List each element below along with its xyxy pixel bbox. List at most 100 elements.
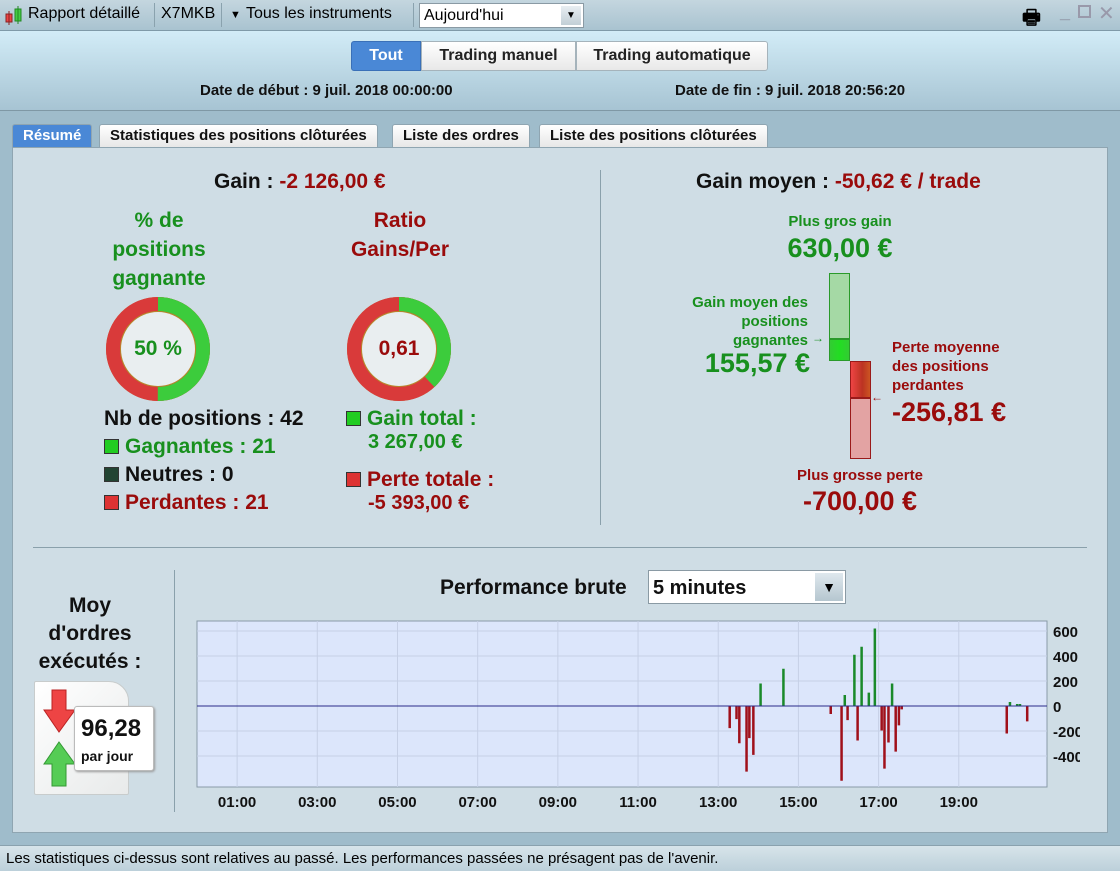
interval-select[interactable]: 5 minutes ▼ xyxy=(648,570,846,604)
performance-bar xyxy=(1025,706,1029,722)
positions-count: Nb de positions : 42 xyxy=(104,407,304,430)
dark-square-icon xyxy=(104,467,119,482)
x-tick-label: 03:00 xyxy=(298,794,336,811)
performance-chart: 600 400 200 0 -200 -400 01:00 03:00 05:00 07:00 09… xyxy=(196,620,1080,811)
performance-bar xyxy=(759,683,762,706)
performance-bar xyxy=(1005,706,1009,734)
performance-bar xyxy=(1008,702,1012,706)
y-tick-label: 200 xyxy=(1053,674,1078,691)
arrow-left-icon: ← xyxy=(871,390,883,404)
worst-loss-bar xyxy=(850,398,871,459)
tab-orders[interactable]: Liste des ordres xyxy=(392,124,530,148)
x-tick-label: 01:00 xyxy=(218,794,256,811)
start-date: Date de début : 9 juil. 2018 00:00:00 xyxy=(200,82,453,99)
winners-count: Gagnantes : 21 xyxy=(104,435,276,459)
performance-bar xyxy=(897,706,901,726)
close-icon[interactable]: ✕ xyxy=(1098,1,1115,26)
tab-summary[interactable]: Résumé xyxy=(12,124,93,148)
performance-bar xyxy=(880,706,883,731)
filter-manual-button[interactable]: Trading manuel xyxy=(421,41,576,71)
period-select[interactable]: Aujourd'hui ▼ xyxy=(419,3,584,28)
green-square-icon xyxy=(346,411,361,426)
tab-closed-stats[interactable]: Statistiques des positions clôturées xyxy=(99,124,378,148)
worst-loss-value: -700,00 € xyxy=(802,486,918,516)
x-tick-label: 13:00 xyxy=(699,794,737,811)
x-tick-label: 07:00 xyxy=(458,794,496,811)
filter-all-button[interactable]: Tout xyxy=(351,41,421,71)
plot-area xyxy=(196,620,1048,788)
best-gain-value: 630,00 € xyxy=(787,233,893,263)
performance-bar xyxy=(728,706,731,729)
performance-bar xyxy=(738,706,741,744)
avg-gain-heading: Gain moyen : -50,62 € / trade xyxy=(696,170,981,193)
performance-bar xyxy=(900,706,903,710)
avg-win-value: 155,57 € xyxy=(704,348,810,378)
buy-sell-arrows-icon xyxy=(43,689,76,787)
orders-value: 96,28 xyxy=(81,715,142,742)
tab-closed-positions[interactable]: Liste des positions clôturées xyxy=(539,124,768,148)
avg-loss-label: Perte moyenne des positions perdantes xyxy=(892,339,1000,394)
x-tick-label: 15:00 xyxy=(779,794,817,811)
performance-bar xyxy=(867,692,871,706)
performance-bar xyxy=(887,706,890,743)
x-tick-label: 11:00 xyxy=(619,794,657,811)
perf-title: Performance brute xyxy=(440,576,627,599)
performance-bar xyxy=(840,706,843,781)
minimize-icon[interactable]: _ xyxy=(1060,2,1070,23)
arrow-right-icon: → xyxy=(812,331,824,345)
y-tick-label: -400 xyxy=(1053,749,1080,766)
y-tick-label: -200 xyxy=(1053,724,1080,741)
y-tick-label: 0 xyxy=(1053,699,1061,716)
performance-bar xyxy=(853,654,856,706)
filter-auto-button[interactable]: Trading automatique xyxy=(576,41,768,71)
avg-loss-bar xyxy=(850,361,871,398)
ratio-value: 0,61 xyxy=(378,337,420,360)
period-value: Aujourd'hui xyxy=(424,7,504,24)
chevron-down-icon[interactable]: ▼ xyxy=(561,6,581,25)
performance-bar xyxy=(843,695,847,706)
gain-label: Gain : xyxy=(214,170,280,193)
y-tick-label: 600 xyxy=(1053,624,1078,641)
account-selector[interactable]: X7MKB xyxy=(161,5,215,23)
winrate-value: 50 % xyxy=(134,337,182,360)
avg-win-label: Gain moyen des positions gagnantes xyxy=(692,294,808,349)
performance-bar xyxy=(745,706,748,772)
performance-bar xyxy=(873,628,877,706)
instruments-dropdown[interactable]: Tous les instruments xyxy=(246,5,392,23)
avg-gain-bar xyxy=(829,339,850,361)
orders-badge: 96,28 par jour xyxy=(74,706,154,771)
x-tick-label: 09:00 xyxy=(539,794,577,811)
avg-loss-value: -256,81 € xyxy=(892,397,1007,427)
end-date: Date de fin : 9 juil. 2018 20:56:20 xyxy=(675,82,906,99)
interval-value: 5 minutes xyxy=(653,577,747,599)
performance-bar xyxy=(735,706,738,720)
y-tick-label: 400 xyxy=(1053,649,1078,666)
performance-bar xyxy=(846,706,849,721)
neutral-count: Neutres : 0 xyxy=(104,463,234,487)
winrate-title: % de positions gagnante xyxy=(112,209,206,290)
avg-gain-value: -50,62 € / trade xyxy=(834,170,981,193)
caret-down-icon: ▼ xyxy=(230,9,241,21)
toolbar: Rapport détaillé X7MKB ▼ Tous les instru… xyxy=(0,0,1120,31)
divider xyxy=(600,170,601,525)
best-gain-label: Plus gros gain xyxy=(788,213,892,230)
total-loss: Perte totale : -5 393,00 € xyxy=(346,468,494,515)
maximize-icon[interactable] xyxy=(1078,5,1091,18)
performance-bar xyxy=(894,706,897,752)
performance-bar xyxy=(829,706,832,714)
chevron-down-icon[interactable]: ▼ xyxy=(815,573,843,601)
orders-title: Moy d'ordres exécutés : xyxy=(38,594,142,673)
best-gain-bar xyxy=(829,273,850,339)
performance-bar xyxy=(883,706,886,769)
status-bar: Les statistiques ci-dessus sont relative… xyxy=(0,845,1120,871)
total-gain: Gain total :3 267,00 € xyxy=(346,407,477,454)
gain-heading: Gain : -2 126,00 € xyxy=(214,170,386,194)
report-title: Rapport détaillé xyxy=(28,5,141,22)
performance-bar xyxy=(860,646,863,706)
red-square-icon xyxy=(346,472,361,487)
worst-loss-label: Plus grosse perte xyxy=(797,467,923,484)
performance-bar xyxy=(748,706,751,739)
candlestick-icon xyxy=(5,6,22,25)
performance-bar xyxy=(752,706,755,755)
filter-header: Tout Trading manuel Trading automatique … xyxy=(0,31,1120,111)
